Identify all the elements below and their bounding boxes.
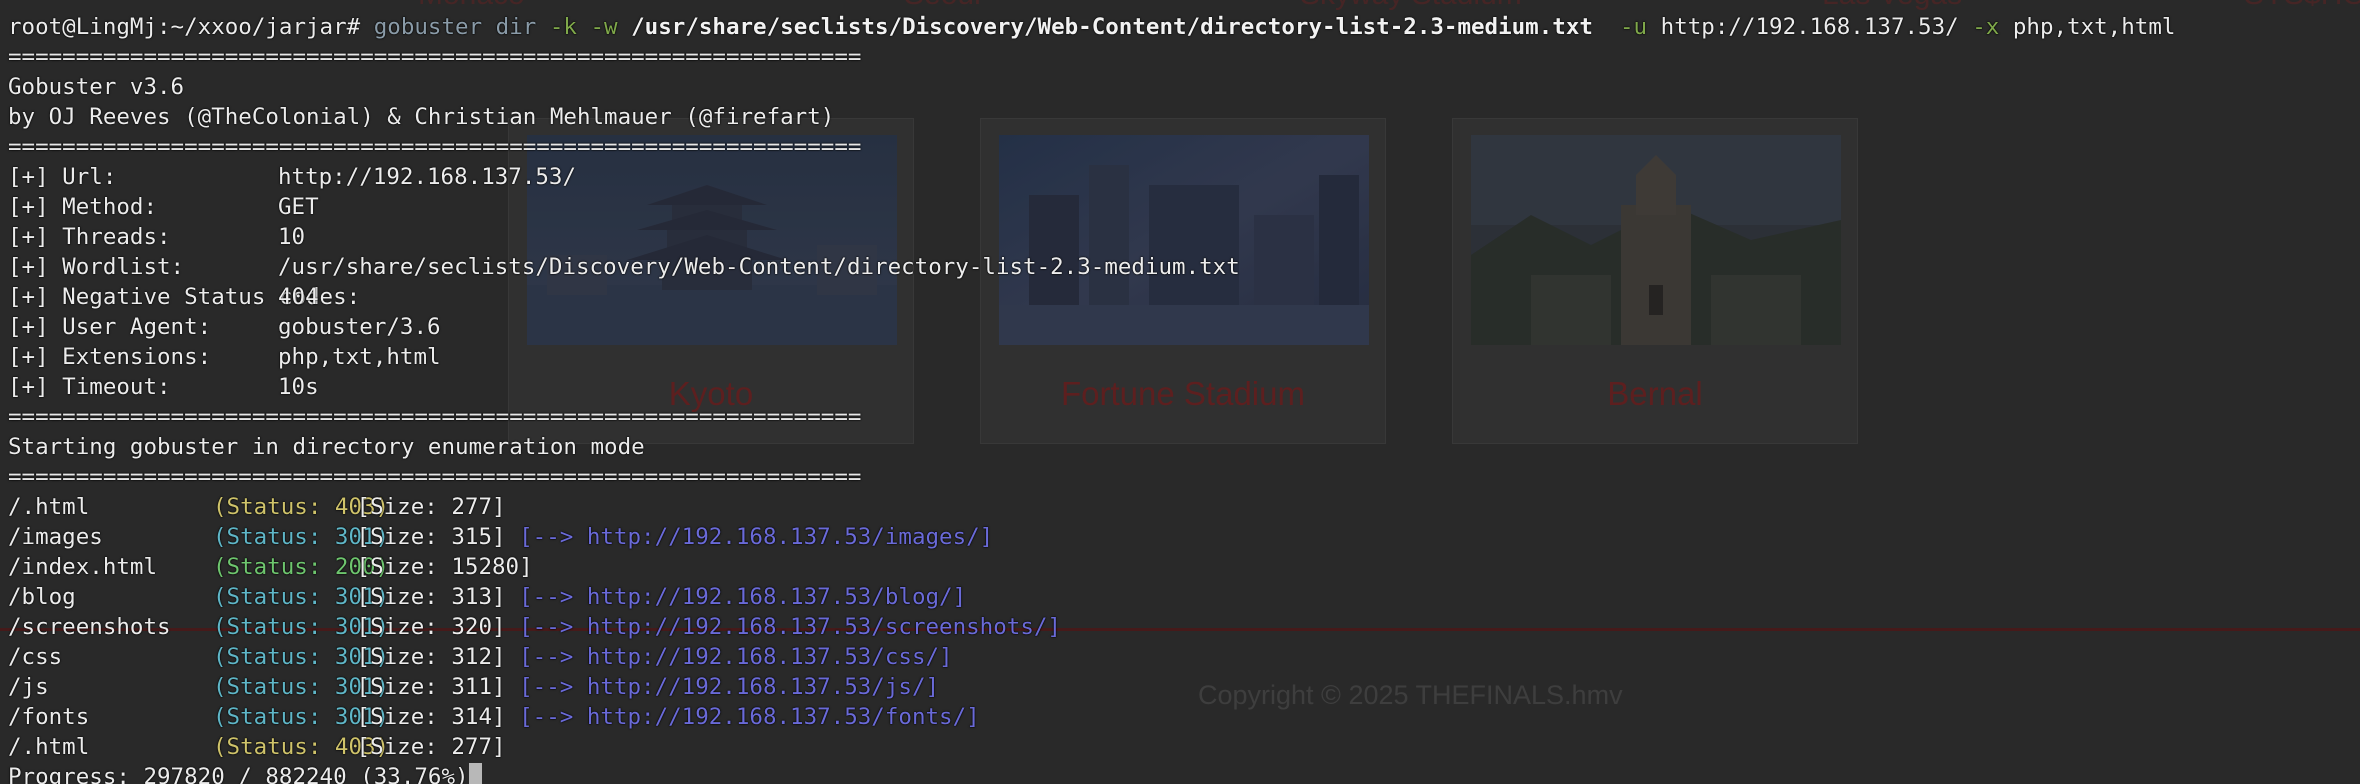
- result-status: (Status: 200): [213, 554, 390, 580]
- result-status: (Status: 301): [213, 704, 390, 730]
- result-path: /fonts: [8, 704, 90, 730]
- command-line: root@LingMj:~/xxoo/jarjar# gobuster dir …: [8, 12, 2360, 42]
- command-sub: dir: [495, 14, 537, 40]
- result-path: /blog: [8, 584, 76, 610]
- result-status: (Status: 403): [213, 734, 390, 760]
- option-key: [+] Timeout:: [8, 374, 171, 400]
- terminal-window[interactable]: root@LingMj:~/xxoo/jarjar# gobuster dir …: [0, 0, 2360, 784]
- banner-authors: by OJ Reeves (@TheColonial) & Christian …: [8, 104, 835, 130]
- option-key: [+] Extensions:: [8, 344, 212, 370]
- result-size: [Size: 312]: [356, 644, 506, 670]
- option-key: [+] Wordlist:: [8, 254, 185, 280]
- command-flag: -k: [549, 14, 577, 40]
- result-status: (Status: 301): [213, 584, 390, 610]
- banner-version: Gobuster v3.6: [8, 74, 185, 100]
- divider: ========================================…: [8, 464, 862, 490]
- result-redirect: [--> http://192.168.137.53/fonts/]: [519, 704, 980, 730]
- result-path: /screenshots: [8, 614, 171, 640]
- divider: ========================================…: [8, 44, 862, 70]
- result-row: /js (Status: 301) [Size: 311] [--> http:/…: [8, 672, 2360, 702]
- result-path: /css: [8, 644, 63, 670]
- option-row: [+] User Agent: gobuster/3.6: [8, 312, 2360, 342]
- result-row: /fonts (Status: 301) [Size: 314] [--> htt…: [8, 702, 2360, 732]
- result-redirect: [--> http://192.168.137.53/css/]: [519, 644, 953, 670]
- option-key: [+] Threads:: [8, 224, 171, 250]
- result-path: /index.html: [8, 554, 158, 580]
- result-size: [Size: 311]: [356, 674, 506, 700]
- option-row: [+] Threads: 10: [8, 222, 2360, 252]
- option-value: GET: [278, 194, 319, 220]
- option-key: [+] User Agent:: [8, 314, 212, 340]
- cursor-block: [468, 763, 482, 784]
- result-row: /.html (Status: 403) [Size: 277]: [8, 492, 2360, 522]
- option-value: 404: [278, 284, 319, 310]
- result-row: /.html (Status: 403) [Size: 277]: [8, 732, 2360, 762]
- option-value: 10: [278, 224, 306, 250]
- result-size: [Size: 313]: [356, 584, 506, 610]
- option-key: [+] Negative Status codes:: [8, 284, 361, 310]
- result-status: (Status: 301): [213, 524, 390, 550]
- command-ext: php,txt,html: [2012, 14, 2176, 40]
- result-row: /blog (Status: 301) [Size: 313] [--> http…: [8, 582, 2360, 612]
- option-value: http://192.168.137.53/: [278, 164, 577, 190]
- result-size: [Size: 277]: [356, 734, 506, 760]
- progress-text: Progress: 297820 / 882240 (33.76%): [8, 764, 469, 784]
- result-status: (Status: 301): [213, 614, 390, 640]
- result-size: [Size: 314]: [356, 704, 506, 730]
- result-redirect: [--> http://192.168.137.53/screenshots/]: [519, 614, 1061, 640]
- option-value: 10s: [278, 374, 319, 400]
- command-flag: -x: [1972, 14, 2000, 40]
- result-redirect: [--> http://192.168.137.53/js/]: [519, 674, 940, 700]
- result-size: [Size: 277]: [356, 494, 506, 520]
- result-row: /index.html (Status: 200) [Size: 15280]: [8, 552, 2360, 582]
- option-key: [+] Method:: [8, 194, 158, 220]
- result-size: [Size: 15280]: [356, 554, 533, 580]
- result-status: (Status: 301): [213, 644, 390, 670]
- option-key: [+] Url:: [8, 164, 117, 190]
- result-status: (Status: 403): [213, 494, 390, 520]
- result-row: /screenshots (Status: 301) [Size: 320] [-…: [8, 612, 2360, 642]
- screen: Monaco Seoul Skyway Stadium Las Vegas SY…: [0, 0, 2360, 784]
- result-path: /.html: [8, 494, 90, 520]
- result-row: /css (Status: 301) [Size: 312] [--> http:…: [8, 642, 2360, 672]
- progress-line: Progress: 297820 / 882240 (33.76%): [8, 762, 2360, 784]
- divider: ========================================…: [8, 134, 862, 160]
- result-size: [Size: 320]: [356, 614, 506, 640]
- command-tool: gobuster: [373, 14, 483, 40]
- result-size: [Size: 315]: [356, 524, 506, 550]
- command-url: http://192.168.137.53/: [1660, 14, 1959, 40]
- option-row: [+] Url: http://192.168.137.53/: [8, 162, 2360, 192]
- option-value: gobuster/3.6: [278, 314, 441, 340]
- result-row: /images (Status: 301) [Size: 315] [--> ht…: [8, 522, 2360, 552]
- option-row: [+] Negative Status codes:404: [8, 282, 2360, 312]
- option-row: [+] Timeout: 10s: [8, 372, 2360, 402]
- command-flag: -w: [590, 14, 618, 40]
- option-row: [+] Wordlist: /usr/share/seclists/Discove…: [8, 252, 2360, 282]
- option-row: [+] Method: GET: [8, 192, 2360, 222]
- result-path: /js: [8, 674, 49, 700]
- option-row: [+] Extensions: php,txt,html: [8, 342, 2360, 372]
- result-redirect: [--> http://192.168.137.53/images/]: [519, 524, 994, 550]
- option-value: /usr/share/seclists/Discovery/Web-Conten…: [278, 254, 1240, 280]
- command-flag: -u: [1620, 14, 1648, 40]
- result-redirect: [--> http://192.168.137.53/blog/]: [519, 584, 967, 610]
- option-value: php,txt,html: [278, 344, 441, 370]
- divider: ========================================…: [8, 404, 862, 430]
- shell-prompt: root@LingMj:~/xxoo/jarjar#: [8, 14, 361, 40]
- command-wordlist: /usr/share/seclists/Discovery/Web-Conten…: [631, 14, 1593, 40]
- start-message: Starting gobuster in directory enumerati…: [8, 434, 645, 460]
- result-status: (Status: 301): [213, 674, 390, 700]
- result-path: /images: [8, 524, 103, 550]
- result-path: /.html: [8, 734, 90, 760]
